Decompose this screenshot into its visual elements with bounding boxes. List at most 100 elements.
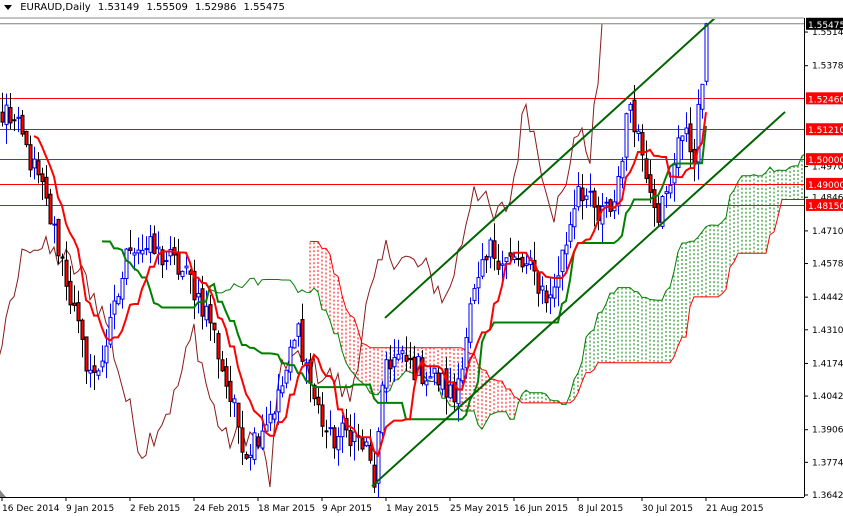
bull-candle (232, 394, 237, 418)
bull-candle (352, 412, 357, 461)
candle-body (204, 305, 209, 321)
candle-body (276, 389, 281, 413)
bull-candle (32, 146, 37, 180)
price-chart[interactable]: 1.551401.537801.497001.484601.471001.457… (0, 0, 843, 516)
bull-candle (52, 216, 57, 244)
bear-candle (60, 253, 65, 276)
bull-candle (144, 236, 149, 256)
candle-body (256, 436, 261, 447)
bull-candle (100, 345, 105, 373)
bear-candle (220, 351, 225, 372)
bear-candle (324, 419, 329, 449)
candle-body (400, 350, 405, 354)
candle-body (652, 189, 657, 208)
x-tick-label: 18 Mar 2015 (258, 504, 315, 514)
bear-candle (536, 270, 541, 307)
candle-body (112, 300, 117, 315)
bull-candle (112, 284, 117, 330)
candle-body (12, 119, 17, 122)
candle-body (8, 107, 13, 124)
bull-candle (560, 249, 565, 291)
candle-body (84, 336, 89, 372)
candle-body (656, 203, 661, 223)
bear-candle (484, 254, 489, 273)
candle-body (44, 176, 49, 199)
candle-body (16, 116, 21, 119)
candle-body (220, 359, 225, 372)
candle-body (128, 247, 133, 251)
candle-body (236, 402, 241, 428)
bull-candle (396, 339, 401, 362)
bull-candle (556, 256, 561, 307)
bull-candle (328, 410, 333, 436)
y-tick-label: 1.44420 (812, 293, 843, 303)
candle-body (484, 256, 489, 261)
bull-candle (96, 368, 101, 380)
bear-candle (40, 167, 45, 201)
candle-body (292, 339, 297, 349)
candle-body (240, 427, 245, 453)
candle-body (448, 384, 453, 399)
bear-candle (348, 414, 353, 457)
bear-candle (316, 387, 321, 414)
candle-body (332, 427, 337, 449)
candle-body (704, 23, 709, 82)
candle-body (316, 396, 321, 406)
bear-candle (652, 179, 657, 227)
bull-candle (392, 339, 397, 382)
bear-candle (372, 450, 377, 494)
candle-body (664, 191, 669, 195)
bear-candle (36, 152, 41, 184)
candle-body (480, 259, 485, 277)
candle-body (76, 302, 81, 322)
bull-candle (376, 427, 381, 497)
candle-body (628, 103, 633, 111)
candle-body (328, 427, 333, 430)
bull-candle (684, 112, 689, 142)
bear-candle (224, 358, 229, 399)
candle-body (208, 304, 213, 324)
candle-body (104, 345, 109, 364)
candle-body (136, 249, 141, 254)
level-price-label: 1.51210 (808, 126, 843, 136)
bull-candle (384, 351, 389, 403)
candle-body (184, 265, 189, 269)
level-price-label: 1.49000 (808, 181, 843, 191)
candle-body (40, 173, 45, 183)
bull-candle (428, 366, 433, 379)
candle-body (80, 319, 85, 340)
bull-candle (540, 276, 545, 305)
candle-body (284, 369, 289, 384)
x-tick-label: 21 Aug 2015 (706, 504, 764, 514)
candle-body (320, 404, 325, 427)
candle-body (464, 337, 469, 369)
candle-body (544, 290, 549, 304)
candle-body (388, 359, 393, 370)
bear-candle (648, 160, 653, 204)
bear-candle (520, 252, 525, 273)
bull-candle (700, 83, 705, 119)
candle-body (28, 144, 33, 171)
candle-body (100, 360, 105, 368)
plot-area (0, 19, 804, 497)
candle-body (272, 413, 277, 420)
bear-candle (300, 303, 305, 366)
bull-candle (252, 427, 257, 465)
candle-body (24, 130, 29, 146)
bull-candle (696, 89, 701, 180)
candle-body (116, 296, 121, 305)
bull-candle (704, 22, 709, 86)
candle-body (140, 249, 145, 255)
candle-body (324, 430, 329, 433)
bull-candle (628, 102, 633, 123)
candle-body (432, 367, 437, 374)
bull-candle (196, 279, 201, 314)
candle-body (164, 259, 169, 262)
candle-body (572, 208, 577, 228)
candle-body (456, 378, 461, 405)
bull-candle (456, 363, 461, 422)
candle-body (92, 365, 97, 373)
tenkan-sen-line (33, 112, 707, 458)
candle-body (380, 384, 385, 434)
candle-body (260, 430, 265, 449)
